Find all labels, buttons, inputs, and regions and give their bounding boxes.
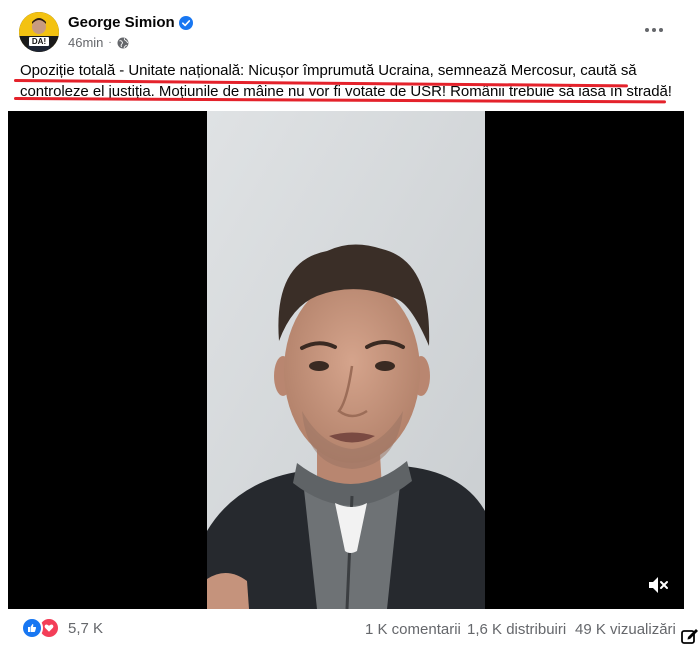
speaker-muted-icon[interactable] [646, 573, 670, 597]
views-count: 49 K vizualizări [575, 621, 676, 638]
facebook-post: DA! George Simion 46min · Opoziție total… [0, 0, 700, 645]
post-text-line-1: Opoziție totală - Unitate națională: Nic… [20, 62, 637, 79]
post-footer: 5,7 K 1 K comentarii 1,6 K distribuiri 4… [0, 612, 700, 645]
avatar-badge-text: DA! [32, 37, 46, 46]
more-options-icon[interactable] [640, 20, 668, 40]
reactions-summary[interactable]: 5,7 K [21, 617, 103, 639]
meta-separator: · [108, 37, 112, 48]
post-timestamp[interactable]: 46min [68, 35, 103, 50]
edit-icon[interactable] [680, 626, 700, 646]
reaction-count: 5,7 K [68, 619, 104, 637]
video-still [207, 111, 485, 609]
avatar-image: DA! [19, 12, 59, 52]
post-meta: 46min · [68, 35, 129, 50]
verified-badge-icon [178, 15, 193, 30]
author-row: George Simion [68, 14, 193, 31]
like-reaction-icon [21, 617, 43, 639]
author-avatar[interactable]: DA! [19, 12, 59, 52]
video-player[interactable] [8, 111, 684, 609]
shares-count[interactable]: 1,6 K distribuiri [467, 621, 566, 638]
author-name[interactable]: George Simion [68, 14, 175, 31]
globe-icon[interactable] [117, 37, 129, 49]
video-frame [207, 111, 485, 609]
comments-count[interactable]: 1 K comentarii [365, 621, 461, 638]
